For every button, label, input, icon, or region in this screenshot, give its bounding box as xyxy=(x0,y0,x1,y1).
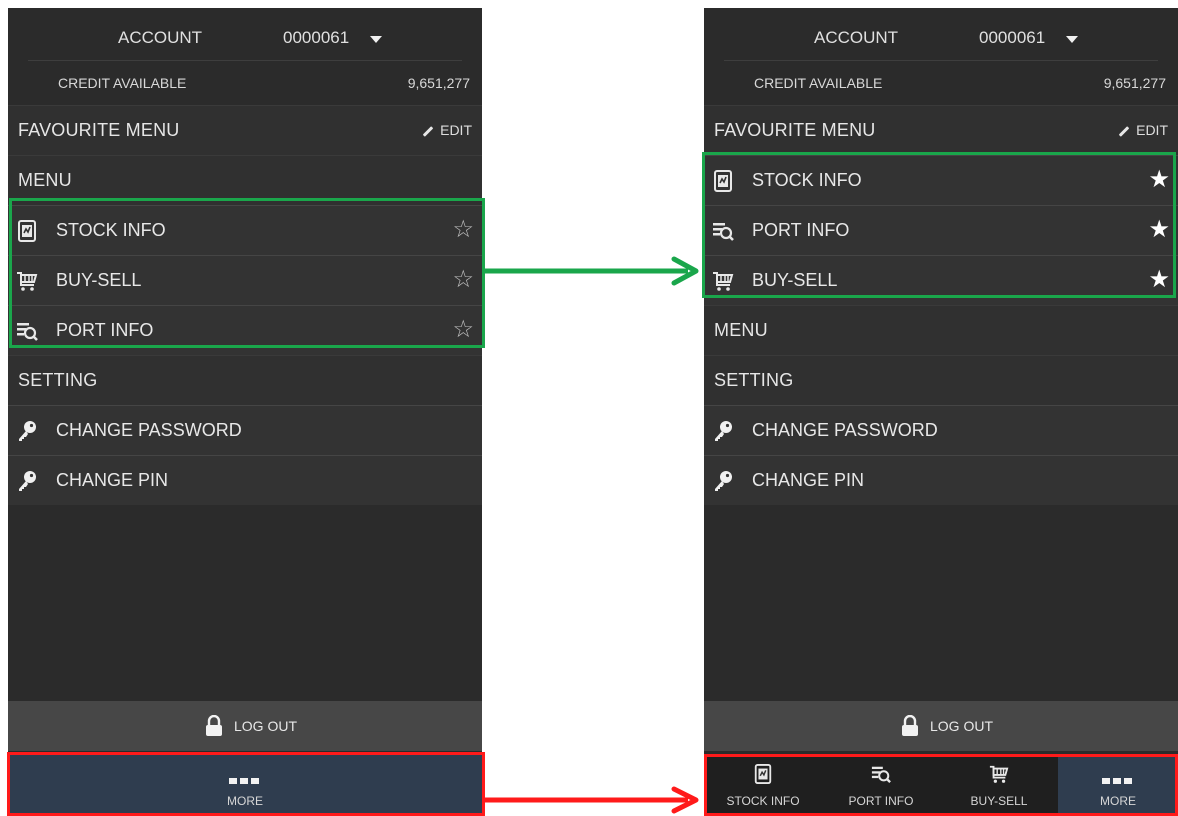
favourite-menu-title: FAVOURITE MENU xyxy=(714,120,876,140)
cart-icon xyxy=(712,270,734,292)
menu-item-label: STOCK INFO xyxy=(56,220,166,240)
logout-button[interactable]: LOG OUT xyxy=(8,701,482,751)
logout-button[interactable]: LOG OUT xyxy=(704,701,1178,751)
credit-value: 9,651,277 xyxy=(1103,75,1166,91)
edit-label: EDIT xyxy=(440,122,472,138)
tab-label: MORE xyxy=(227,794,263,808)
menu-title: MENU xyxy=(18,170,72,190)
favourite-item-stock-info[interactable]: STOCK INFO ★ xyxy=(704,155,1178,205)
tab-label: MORE xyxy=(1100,794,1136,808)
star-filled-icon[interactable]: ★ xyxy=(1148,267,1170,293)
menu-item-label: BUY-SELL xyxy=(56,270,142,290)
green-arrow-icon xyxy=(484,256,699,286)
edit-button[interactable]: EDIT xyxy=(422,122,472,138)
port-info-icon xyxy=(871,764,891,784)
setting-item-change-pin[interactable]: CHANGE PIN xyxy=(704,455,1178,505)
setting-item-change-password[interactable]: CHANGE PASSWORD xyxy=(8,405,482,455)
logout-label: LOG OUT xyxy=(234,718,298,734)
favourite-menu-header: FAVOURITE MENU EDIT xyxy=(704,105,1178,155)
tab-more[interactable]: MORE xyxy=(8,754,482,816)
menu-header: MENU xyxy=(8,155,482,205)
menu-item-port-info[interactable]: PORT INFO ☆ xyxy=(8,305,482,355)
menu-item-stock-info[interactable]: STOCK INFO ☆ xyxy=(8,205,482,255)
tab-more[interactable]: MORE xyxy=(1058,754,1178,816)
setting-title: SETTING xyxy=(18,370,98,390)
favourite-menu-title: FAVOURITE MENU xyxy=(18,120,180,140)
logout-label: LOG OUT xyxy=(930,718,994,734)
key-icon xyxy=(712,470,734,492)
account-number: 0000061 xyxy=(283,28,350,47)
setting-item-change-password[interactable]: CHANGE PASSWORD xyxy=(704,405,1178,455)
more-icon xyxy=(228,771,262,784)
tab-buy-sell[interactable]: BUY-SELL xyxy=(940,754,1058,816)
credit-label: CREDIT AVAILABLE xyxy=(58,75,187,91)
favourite-item-buy-sell[interactable]: BUY-SELL ★ xyxy=(704,255,1178,305)
screen-after: ACCOUNT 0000061 CREDIT AVAILABLE 9,651,2… xyxy=(704,8,1178,816)
setting-item-label: CHANGE PASSWORD xyxy=(752,420,938,440)
tab-label: STOCK INFO xyxy=(726,794,800,808)
favourite-item-port-info[interactable]: PORT INFO ★ xyxy=(704,205,1178,255)
red-arrow-icon xyxy=(484,786,699,814)
lock-icon xyxy=(900,715,920,737)
account-selector[interactable]: ACCOUNT 0000061 xyxy=(704,16,1178,60)
favourite-item-label: BUY-SELL xyxy=(752,270,838,290)
favourite-item-label: PORT INFO xyxy=(752,220,850,240)
account-selector[interactable]: ACCOUNT 0000061 xyxy=(8,16,482,60)
star-filled-icon[interactable]: ★ xyxy=(1148,167,1170,193)
setting-title: SETTING xyxy=(714,370,794,390)
star-outline-icon[interactable]: ☆ xyxy=(452,317,474,343)
tab-label: BUY-SELL xyxy=(970,794,1028,808)
menu-title: MENU xyxy=(714,320,768,340)
menu-item-buy-sell[interactable]: BUY-SELL ☆ xyxy=(8,255,482,305)
setting-header: SETTING xyxy=(8,355,482,405)
lock-icon xyxy=(204,715,224,737)
tab-label: PORT INFO xyxy=(848,794,914,808)
favourite-menu-header: FAVOURITE MENU EDIT xyxy=(8,105,482,155)
star-outline-icon[interactable]: ☆ xyxy=(452,217,474,243)
tab-port-info[interactable]: PORT INFO xyxy=(822,754,940,816)
setting-item-change-pin[interactable]: CHANGE PIN xyxy=(8,455,482,505)
setting-item-label: CHANGE PIN xyxy=(752,470,865,490)
menu-header: MENU xyxy=(704,305,1178,355)
stock-info-icon xyxy=(753,764,773,784)
menu-item-label: PORT INFO xyxy=(56,320,154,340)
star-outline-icon[interactable]: ☆ xyxy=(452,267,474,293)
key-icon xyxy=(16,470,38,492)
setting-item-label: CHANGE PIN xyxy=(56,470,169,490)
caret-down-icon[interactable] xyxy=(1066,36,1078,43)
cart-icon xyxy=(16,270,38,292)
credit-value: 9,651,277 xyxy=(407,75,470,91)
account-label: ACCOUNT xyxy=(814,28,899,47)
port-info-icon xyxy=(16,320,38,342)
port-info-icon xyxy=(712,220,734,242)
edit-label: EDIT xyxy=(1136,122,1168,138)
key-icon xyxy=(16,420,38,442)
bottom-tab-bar: MORE xyxy=(8,754,482,816)
stock-info-icon xyxy=(712,170,734,192)
setting-header: SETTING xyxy=(704,355,1178,405)
account-number: 0000061 xyxy=(979,28,1046,47)
pencil-icon xyxy=(1118,125,1130,137)
pencil-icon xyxy=(422,125,434,137)
credit-available-row: CREDIT AVAILABLE 9,651,277 xyxy=(8,61,482,105)
stock-info-icon xyxy=(16,220,38,242)
cart-icon xyxy=(989,764,1009,784)
star-filled-icon[interactable]: ★ xyxy=(1148,217,1170,243)
bottom-tab-bar: STOCK INFO PORT INFO BUY-SELL MORE xyxy=(704,754,1178,816)
tab-stock-info[interactable]: STOCK INFO xyxy=(704,754,822,816)
screen-before: ACCOUNT 0000061 CREDIT AVAILABLE 9,651,2… xyxy=(8,8,482,816)
key-icon xyxy=(712,420,734,442)
setting-item-label: CHANGE PASSWORD xyxy=(56,420,242,440)
edit-button[interactable]: EDIT xyxy=(1118,122,1168,138)
credit-available-row: CREDIT AVAILABLE 9,651,277 xyxy=(704,61,1178,105)
favourite-item-label: STOCK INFO xyxy=(752,170,862,190)
more-icon xyxy=(1101,771,1135,784)
credit-label: CREDIT AVAILABLE xyxy=(754,75,883,91)
caret-down-icon[interactable] xyxy=(370,36,382,43)
account-label: ACCOUNT xyxy=(118,28,203,47)
